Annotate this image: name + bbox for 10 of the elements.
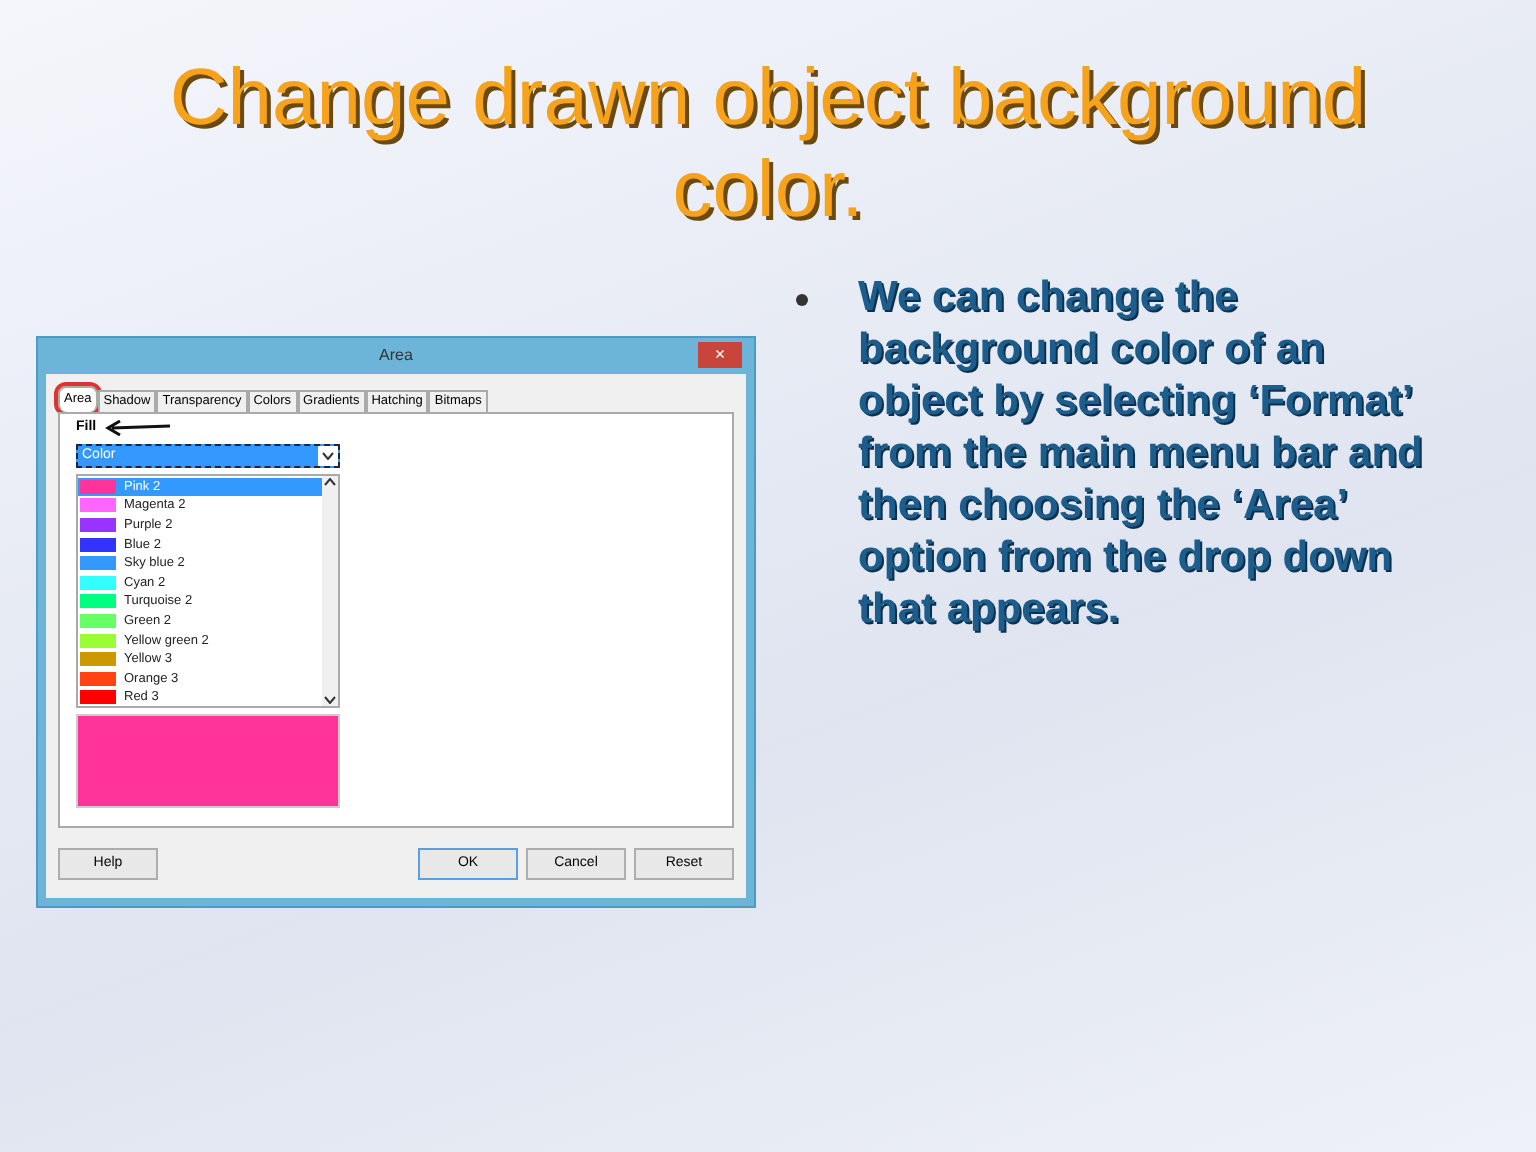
chevron-down-icon: [324, 695, 336, 703]
bullet-icon: [796, 294, 808, 306]
bullet-text: We can change the background color of an object by selecting ‘Format’ from the main menu bar and then choosing the ‘Area’ option from the drop down that appears.: [858, 272, 1425, 636]
chevron-up-icon: [324, 477, 336, 485]
arrow-icon: [104, 420, 173, 437]
slide-title: Change drawn object background color.: [167, 52, 1369, 236]
scrollbar[interactable]: [322, 475, 338, 705]
chevron-down-icon: [322, 451, 334, 459]
close-button[interactable]: ×: [698, 342, 742, 368]
dialog-title: Area: [379, 344, 413, 368]
